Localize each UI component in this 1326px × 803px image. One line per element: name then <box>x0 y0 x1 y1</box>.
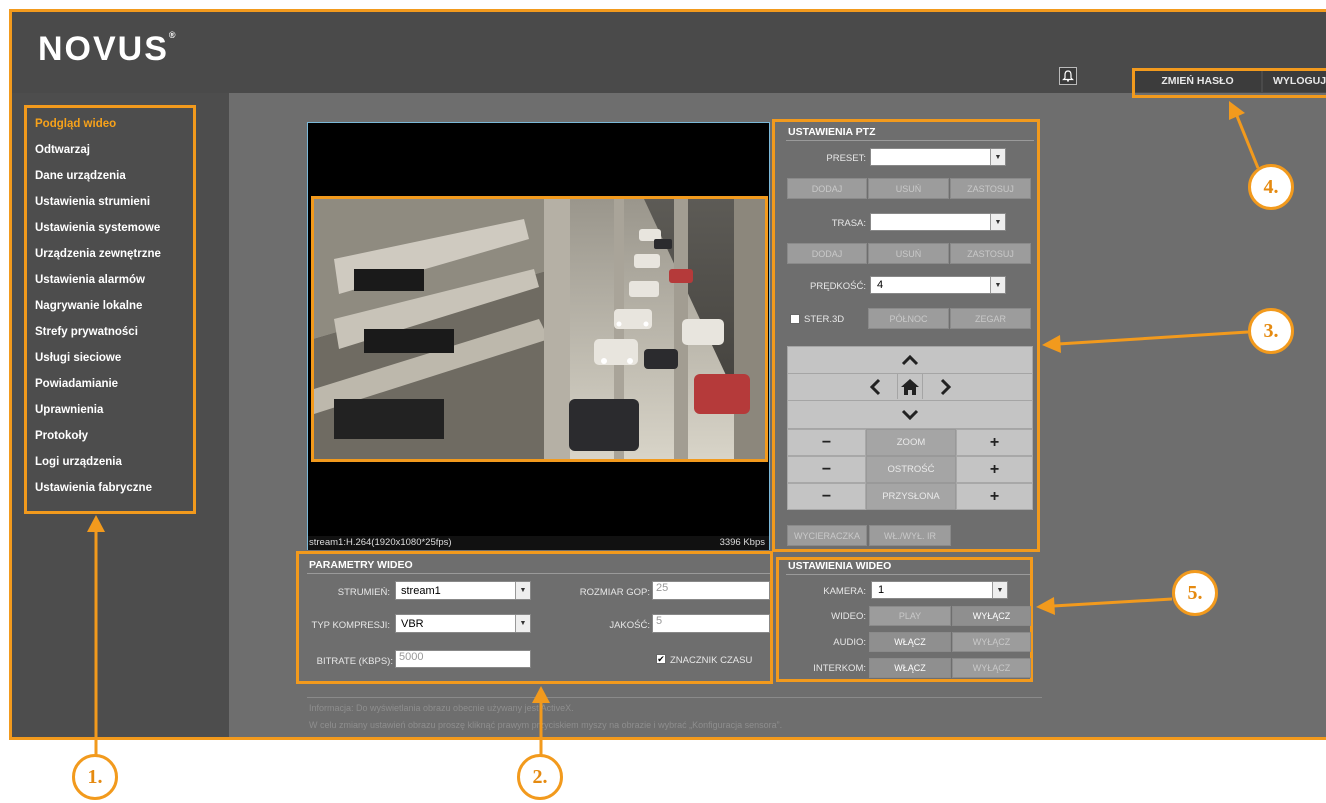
callout-arrows <box>87 101 1260 765</box>
callout-2: 2. <box>517 754 563 800</box>
callout-arrow-5 <box>1052 597 1173 608</box>
callout-5: 5. <box>1172 570 1218 616</box>
callout-arrow-4 <box>1235 115 1260 169</box>
callout-3: 3. <box>1248 308 1294 354</box>
callout-arrow-3 <box>1057 330 1249 346</box>
callout-1: 1. <box>72 754 118 800</box>
callout-4: 4. <box>1248 164 1294 210</box>
